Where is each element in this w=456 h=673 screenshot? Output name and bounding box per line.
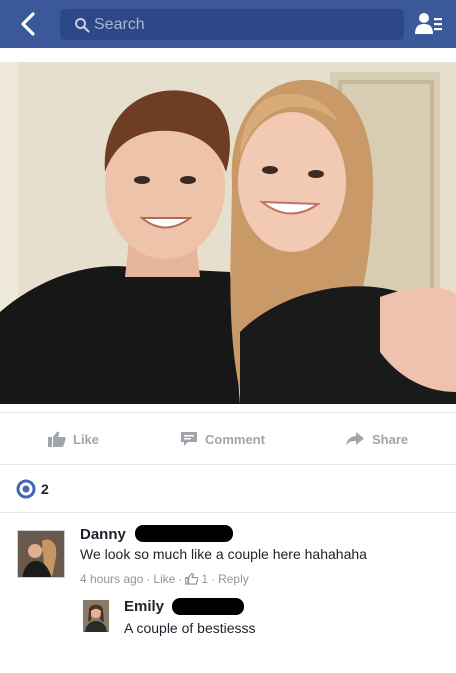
- comment-icon: [181, 432, 197, 446]
- divider: [0, 464, 456, 465]
- comment-reply-link[interactable]: Reply: [218, 572, 249, 586]
- like-reaction-icon: [16, 479, 36, 499]
- share-label: Share: [372, 431, 409, 447]
- reaction-count: 2: [41, 481, 49, 497]
- avatar[interactable]: [17, 530, 65, 578]
- comment-like-link[interactable]: Like: [153, 572, 175, 586]
- meta-separator: ·: [178, 572, 183, 586]
- top-nav-bar: [0, 0, 456, 48]
- back-arrow-icon[interactable]: [14, 8, 44, 40]
- comment-author[interactable]: Emily: [124, 598, 164, 615]
- comment-text: A couple of bestiesss: [124, 620, 256, 636]
- thumbs-up-icon: [185, 573, 199, 585]
- like-button[interactable]: Like: [48, 428, 99, 450]
- like-label: Like: [73, 431, 100, 447]
- comment-timestamp: 4 hours ago: [80, 572, 144, 586]
- avatar[interactable]: [83, 600, 109, 632]
- divider: [0, 412, 456, 413]
- comment-button[interactable]: Comment: [180, 428, 265, 450]
- comment-meta: 4 hours ago · Like · 1 · Reply: [80, 572, 252, 586]
- redaction-bar: [172, 598, 244, 615]
- search-bar[interactable]: [60, 9, 404, 40]
- search-icon: [75, 18, 90, 33]
- comment-text: We look so much like a couple here hahah…: [80, 546, 367, 562]
- share-button[interactable]: Share: [345, 428, 408, 450]
- comment-author[interactable]: Danny: [80, 526, 126, 543]
- friend-requests-icon[interactable]: [414, 11, 444, 37]
- meta-separator: ·: [211, 572, 216, 586]
- search-input[interactable]: [94, 14, 384, 36]
- thumbs-up-icon: [48, 431, 66, 447]
- meta-separator: ·: [146, 572, 151, 586]
- post-actions: Like Comment Share: [0, 420, 456, 458]
- comment-label: Comment: [205, 431, 265, 447]
- share-arrow-icon: [346, 432, 364, 446]
- redaction-bar: [135, 525, 233, 542]
- comment-like-count: 1: [201, 572, 209, 586]
- post-photo[interactable]: [0, 62, 456, 404]
- divider: [0, 512, 456, 513]
- reaction-summary[interactable]: 2: [16, 478, 49, 500]
